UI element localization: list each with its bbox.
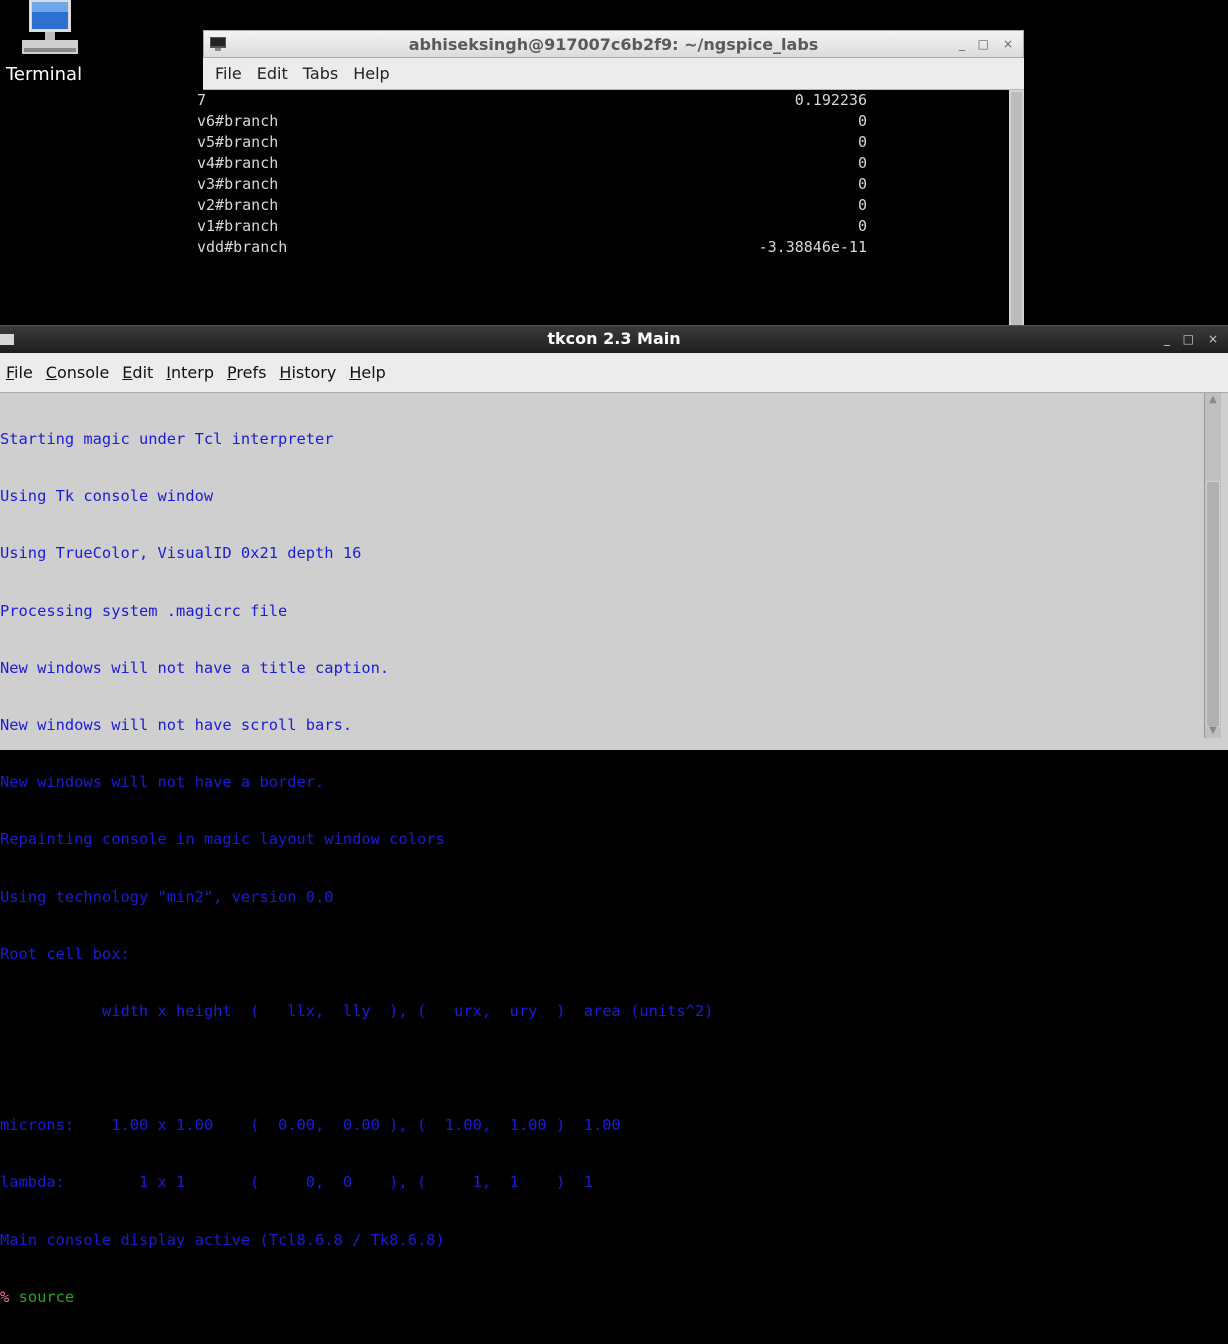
- console-line: Using technology "min2", version 0.0: [0, 887, 334, 906]
- output-row: 7 0.192236: [197, 90, 1009, 111]
- output-row: vdd#branch -3.38846e-11: [197, 237, 1009, 258]
- maximize-button[interactable]: □: [1183, 332, 1194, 346]
- row-name: v3#branch: [197, 175, 279, 193]
- menu-prefs[interactable]: Prefs: [227, 363, 266, 382]
- terminal-output[interactable]: 7 0.192236 v6#branch 0 v5#branch 0 v4#branc…: [197, 90, 1009, 330]
- output-row: v2#branch 0: [197, 195, 1009, 216]
- command-keyword: source: [18, 1287, 75, 1306]
- desktop-terminal-icon[interactable]: Terminal: [4, 0, 96, 85]
- output-row: v6#branch 0: [197, 111, 1009, 132]
- tkcon-menubar: File Console Edit Interp Prefs History H…: [0, 353, 1228, 393]
- row-name: v2#branch: [197, 196, 279, 214]
- console-output[interactable]: Starting magic under Tcl interpreter Usi…: [0, 393, 1205, 1306]
- minimize-button[interactable]: _: [1164, 332, 1170, 346]
- row-value: 0.192236: [794, 91, 867, 109]
- console-line: microns: 1.00 x 1.00 ( 0.00, 0.00 ), ( 1…: [0, 1116, 621, 1135]
- tkcon-window: tkcon 2.3 Main _ □ × File Console Edit I…: [0, 325, 1228, 1306]
- row-value: 0: [857, 217, 867, 235]
- output-row: v3#branch 0: [197, 174, 1009, 195]
- menu-console[interactable]: Console: [46, 363, 110, 382]
- window-title: abhiseksingh@917007c6b2f9: ~/ngspice_lab…: [408, 35, 819, 54]
- scrollbar-thumb[interactable]: [1011, 92, 1022, 330]
- output-row: v1#branch 0: [197, 216, 1009, 237]
- menu-file[interactable]: File: [215, 64, 242, 83]
- console-line: Using Tk console window: [0, 487, 214, 506]
- window-title: tkcon 2.3 Main: [547, 329, 681, 348]
- console-line: New windows will not have a title captio…: [0, 658, 390, 677]
- console-line: Repainting console in magic layout windo…: [0, 830, 445, 849]
- scrollbar-thumb[interactable]: [1206, 481, 1220, 727]
- console-line: New windows will not have scroll bars.: [0, 715, 353, 734]
- terminal-window: abhiseksingh@917007c6b2f9: ~/ngspice_lab…: [197, 30, 1024, 330]
- console-line: width x height ( llx, lly ), ( urx, ury …: [0, 1001, 714, 1020]
- tkcon-titlebar[interactable]: tkcon 2.3 Main _ □ ×: [0, 325, 1228, 353]
- row-value: 0: [857, 133, 867, 151]
- desktop-icon-label: Terminal: [6, 64, 83, 85]
- row-value: 0: [857, 112, 867, 130]
- menu-edit[interactable]: Edit: [122, 363, 153, 382]
- menu-help[interactable]: Help: [349, 363, 385, 382]
- output-row: v4#branch 0: [197, 153, 1009, 174]
- close-button[interactable]: ×: [1003, 37, 1013, 51]
- row-name: v4#branch: [197, 154, 279, 172]
- menu-help[interactable]: Help: [353, 64, 389, 83]
- row-value: 0: [857, 196, 867, 214]
- console-line: Root cell box:: [0, 944, 130, 963]
- menu-history[interactable]: History: [279, 363, 336, 382]
- row-name: v1#branch: [197, 217, 279, 235]
- prompt-symbol: %: [0, 1287, 10, 1306]
- row-value: 0: [857, 154, 867, 172]
- output-row: v5#branch 0: [197, 132, 1009, 153]
- close-button[interactable]: ×: [1208, 332, 1218, 346]
- text-cursor: [185, 1288, 188, 1306]
- command-argument: draw_fn.tcl: [83, 1287, 186, 1306]
- terminal-titlebar[interactable]: abhiseksingh@917007c6b2f9: ~/ngspice_lab…: [203, 30, 1024, 58]
- console-line: Starting magic under Tcl interpreter: [0, 430, 334, 448]
- row-value: -3.38846e-11: [758, 238, 867, 256]
- console-line: Processing system .magicrc file: [0, 601, 288, 620]
- console-scrollbar[interactable]: ▲ ▼: [1204, 393, 1221, 738]
- terminal-scrollbar[interactable]: [1009, 90, 1024, 330]
- row-name: 7: [197, 91, 207, 109]
- menu-interp[interactable]: Interp: [166, 363, 214, 382]
- menu-edit[interactable]: Edit: [257, 64, 288, 83]
- menu-file[interactable]: File: [6, 363, 33, 382]
- minimize-button[interactable]: _: [959, 37, 965, 51]
- menu-tabs[interactable]: Tabs: [303, 64, 338, 83]
- console-line: Using TrueColor, VisualID 0x21 depth 16: [0, 544, 362, 563]
- row-value: 0: [857, 175, 867, 193]
- monitor-icon: [22, 0, 78, 54]
- maximize-button[interactable]: □: [978, 37, 989, 51]
- scroll-down-icon[interactable]: ▼: [1206, 724, 1220, 738]
- console-line: Main console display active (Tcl8.6.8 / …: [0, 1230, 445, 1249]
- scroll-up-icon[interactable]: ▲: [1206, 393, 1220, 407]
- row-name: v5#branch: [197, 133, 279, 151]
- command-input-line[interactable]: % source draw_fn.tcl: [0, 1287, 1205, 1308]
- console-line: lambda: 1 x 1 ( 0, 0 ), ( 1, 1 ) 1: [0, 1173, 594, 1192]
- row-name: v6#branch: [197, 112, 279, 130]
- row-name: vdd#branch: [197, 238, 288, 256]
- console-line: New windows will not have a border.: [0, 773, 325, 792]
- terminal-menubar: File Edit Tabs Help: [203, 58, 1024, 90]
